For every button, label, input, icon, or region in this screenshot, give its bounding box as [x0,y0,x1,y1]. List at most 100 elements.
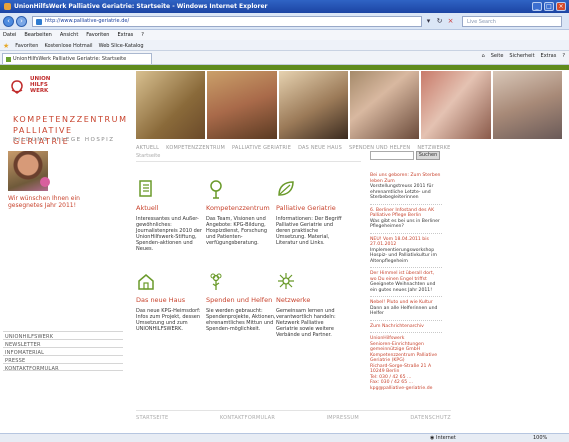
teaser-text: Das Team, Visionen und Angebote: KPG-Bil… [206,216,268,246]
teaser-aktuell[interactable]: Aktuell Interessantes und Außer-gewöhnli… [136,179,206,252]
window-controls: _ □ × [532,2,566,11]
menu-help[interactable]: ? [141,32,144,40]
news-body: Was gibt es bei uns in Berliner Pflegehe… [370,218,440,230]
teaser-title: Das neue Haus [136,296,186,304]
news-item[interactable]: 6. Berliner Infostand des AK Palliative … [370,208,442,234]
news-body: Vorstellungstreuss 2011 für ehrenamtlich… [370,184,434,200]
teaser-text: Sie werden gebraucht: Spendenprojekte, A… [206,308,276,332]
teaser-text: Interessantes und Außer-gewöhnliches: Jo… [136,216,202,252]
menu-extras[interactable]: Extras [117,32,133,40]
teaser-title: Kompetenzzentrum [206,204,270,212]
teaser-palliative-geriatrie[interactable]: Palliative Geriatrie Informationen: Der … [276,179,346,246]
page-icon [36,19,42,25]
menu-datei[interactable]: Datei [3,32,16,40]
favorite-hotmail[interactable]: Kostenlose Hotmail [44,43,92,49]
tab-favicon [6,57,11,62]
teaser-text: Informationen: Der Begriff Palliative Ge… [276,216,342,246]
zoom-level[interactable]: 100% [533,435,547,441]
nav-aktuell[interactable]: AKTUELL [136,145,159,151]
news-archive-link[interactable]: Zum Nachrichtenarchiv [370,324,442,333]
forward-button[interactable]: › [16,16,27,27]
leftnav-kontaktformular[interactable]: KONTAKTFORMULAR [3,363,123,372]
logo-title-1: KOMPETENZZENTRUM [13,115,128,124]
teaser-title: Netzwerke [276,296,311,304]
live-search-placeholder: Live Search [467,19,496,25]
tree-icon [210,180,222,199]
teaser-title: Palliative Geriatrie [276,204,336,212]
news-item[interactable]: NEU! Vom 18.04.2011 bis 27.01.2012 Implem… [370,236,442,268]
news-column: Bei uns geboren: Zum Sterben leben Zum Vo… [370,173,442,391]
menu-bar: Datei Bearbeiten Ansicht Favoriten Extra… [0,30,569,40]
dropdown-icon[interactable]: ▾ [424,16,433,27]
web-page: UNION HILFS WERK KOMPETENZZENTRUM PALLIATIV… [0,65,569,433]
favorites-button[interactable]: Favoriten [15,43,38,49]
address-tools: ▾ ↻ × [424,16,455,27]
leftnav-presse[interactable]: PRESSE [3,355,123,364]
news-title: Nebel! Pluto und wie Kultur [370,300,433,305]
nav-kompetenzzentrum[interactable]: KOMPETENZZENTRUM [166,145,225,151]
help-icon[interactable]: ? [562,53,565,59]
favorites-star-icon: ★ [3,42,10,50]
news-item[interactable]: Bei uns geboren: Zum Sterben leben Zum Vo… [370,173,442,205]
news-title: Der Himmel ist überall dort, wo Du einen… [370,271,435,282]
flower-decoration [40,177,50,187]
left-navigation: UNIONHILFSWERK NEWSLETTER INFOMATERIAL P… [3,331,123,372]
contact-line: Kompetenzzentrum Palliative Geriatrie (K… [370,352,438,364]
teaser-spenden[interactable]: Spenden und Helfen Sie werden gebraucht:… [206,271,276,332]
footer-impressum[interactable]: IMPRESSUM [327,415,359,421]
teaser-text: Gemeinsam lernen und verantwortlich hand… [276,308,336,338]
close-button[interactable]: × [556,2,566,11]
teaser-netzwerke[interactable]: Netzwerke Gemeinsam lernen und verantwor… [276,271,346,338]
security-zone: ◉ Internet [430,435,456,441]
leftnav-newsletter[interactable]: NEWSLETTER [3,339,123,348]
footer-kontaktformular[interactable]: KONTAKTFORMULAR [220,415,275,421]
back-button[interactable]: ‹ [3,16,14,27]
menu-bearbeiten[interactable]: Bearbeiten [24,32,51,40]
banner-photo-4 [349,71,420,139]
minimize-button[interactable]: _ [532,2,542,11]
cmd-extras[interactable]: Extras [541,53,557,59]
leaf-icon [278,181,294,196]
top-green-bar [0,65,569,70]
teaser-kompetenzzentrum[interactable]: Kompetenzzentrum Das Team, Visionen und … [206,179,276,246]
favorite-webslice[interactable]: Web Slice-Katalog [99,43,144,49]
live-search-input[interactable]: Live Search [462,16,562,27]
zone-label: Internet [435,435,456,441]
leftnav-unionhilfswerk[interactable]: UNIONHILFSWERK [3,331,123,340]
refresh-icon[interactable]: ↻ [435,16,444,27]
house-icon [138,274,154,290]
news-body: Geeignete Weihnachten und ein gutes neue… [370,282,436,293]
search-button[interactable]: Suchen [416,151,440,160]
status-bar: ◉ Internet 100% [0,433,569,442]
menu-favoriten[interactable]: Favoriten [86,32,109,40]
site-search-input[interactable] [370,151,414,160]
leftnav-infomaterial[interactable]: INFOMATERIAL [3,347,123,356]
news-item[interactable]: Nebel! Pluto und wie Kultur Dann an alle … [370,300,442,321]
news-title: NEU! Vom 18.04.2011 bis 27.01.2012 [370,236,429,248]
favorites-bar: ★ Favoriten Kostenlose Hotmail Web Slice… [0,40,569,51]
home-icon[interactable]: ⌂ [482,53,485,59]
menu-ansicht[interactable]: Ansicht [60,32,78,40]
banner-photo-3 [278,71,348,139]
browser-tab[interactable]: UnionHilfsWerk Palliative Geriatrie: Sta… [2,53,152,64]
nav-das-neue-haus[interactable]: DAS NEUE HAUS [298,145,342,151]
news-body: Dann an alle Helferinnen und Helfer [370,305,438,317]
nav-palliative-geriatrie[interactable]: PALLIATIVE GERIATRIE [232,145,291,151]
logo-subtitle: BILDUNG PFLEGE HOSPIZ [13,137,115,143]
footer-datenschutz[interactable]: DATENSCHUTZ [410,415,451,421]
logo-org: UNION HILFS WERK [30,76,50,94]
stop-icon[interactable]: × [446,16,455,27]
cmd-sicherheit[interactable]: Sicherheit [509,53,534,59]
news-item[interactable]: Der Himmel ist überall dort, wo Du einen… [370,271,442,297]
cmd-seite[interactable]: Seite [491,53,504,59]
address-input[interactable]: http://www.palliative-geriatrie.de/ [32,16,422,27]
news-title: 6. Berliner Infostand des AK Palliative … [370,207,435,219]
breadcrumb: Startseite [136,153,161,159]
window-title: UnionHilfsWerk Palliative Geriatrie: Sta… [14,3,268,10]
footer-startseite[interactable]: STARTSEITE [136,415,168,421]
teaser-das-neue-haus[interactable]: Das neue Haus Das neue KPG-Heimsdorf: In… [136,271,206,332]
maximize-button[interactable]: □ [544,2,554,11]
tab-label: UnionHilfsWerk Palliative Geriatrie: Sta… [13,56,127,62]
contact-email[interactable]: kpg@palliative-geriatrie.de [370,386,442,392]
banner-photo-5 [421,71,491,139]
